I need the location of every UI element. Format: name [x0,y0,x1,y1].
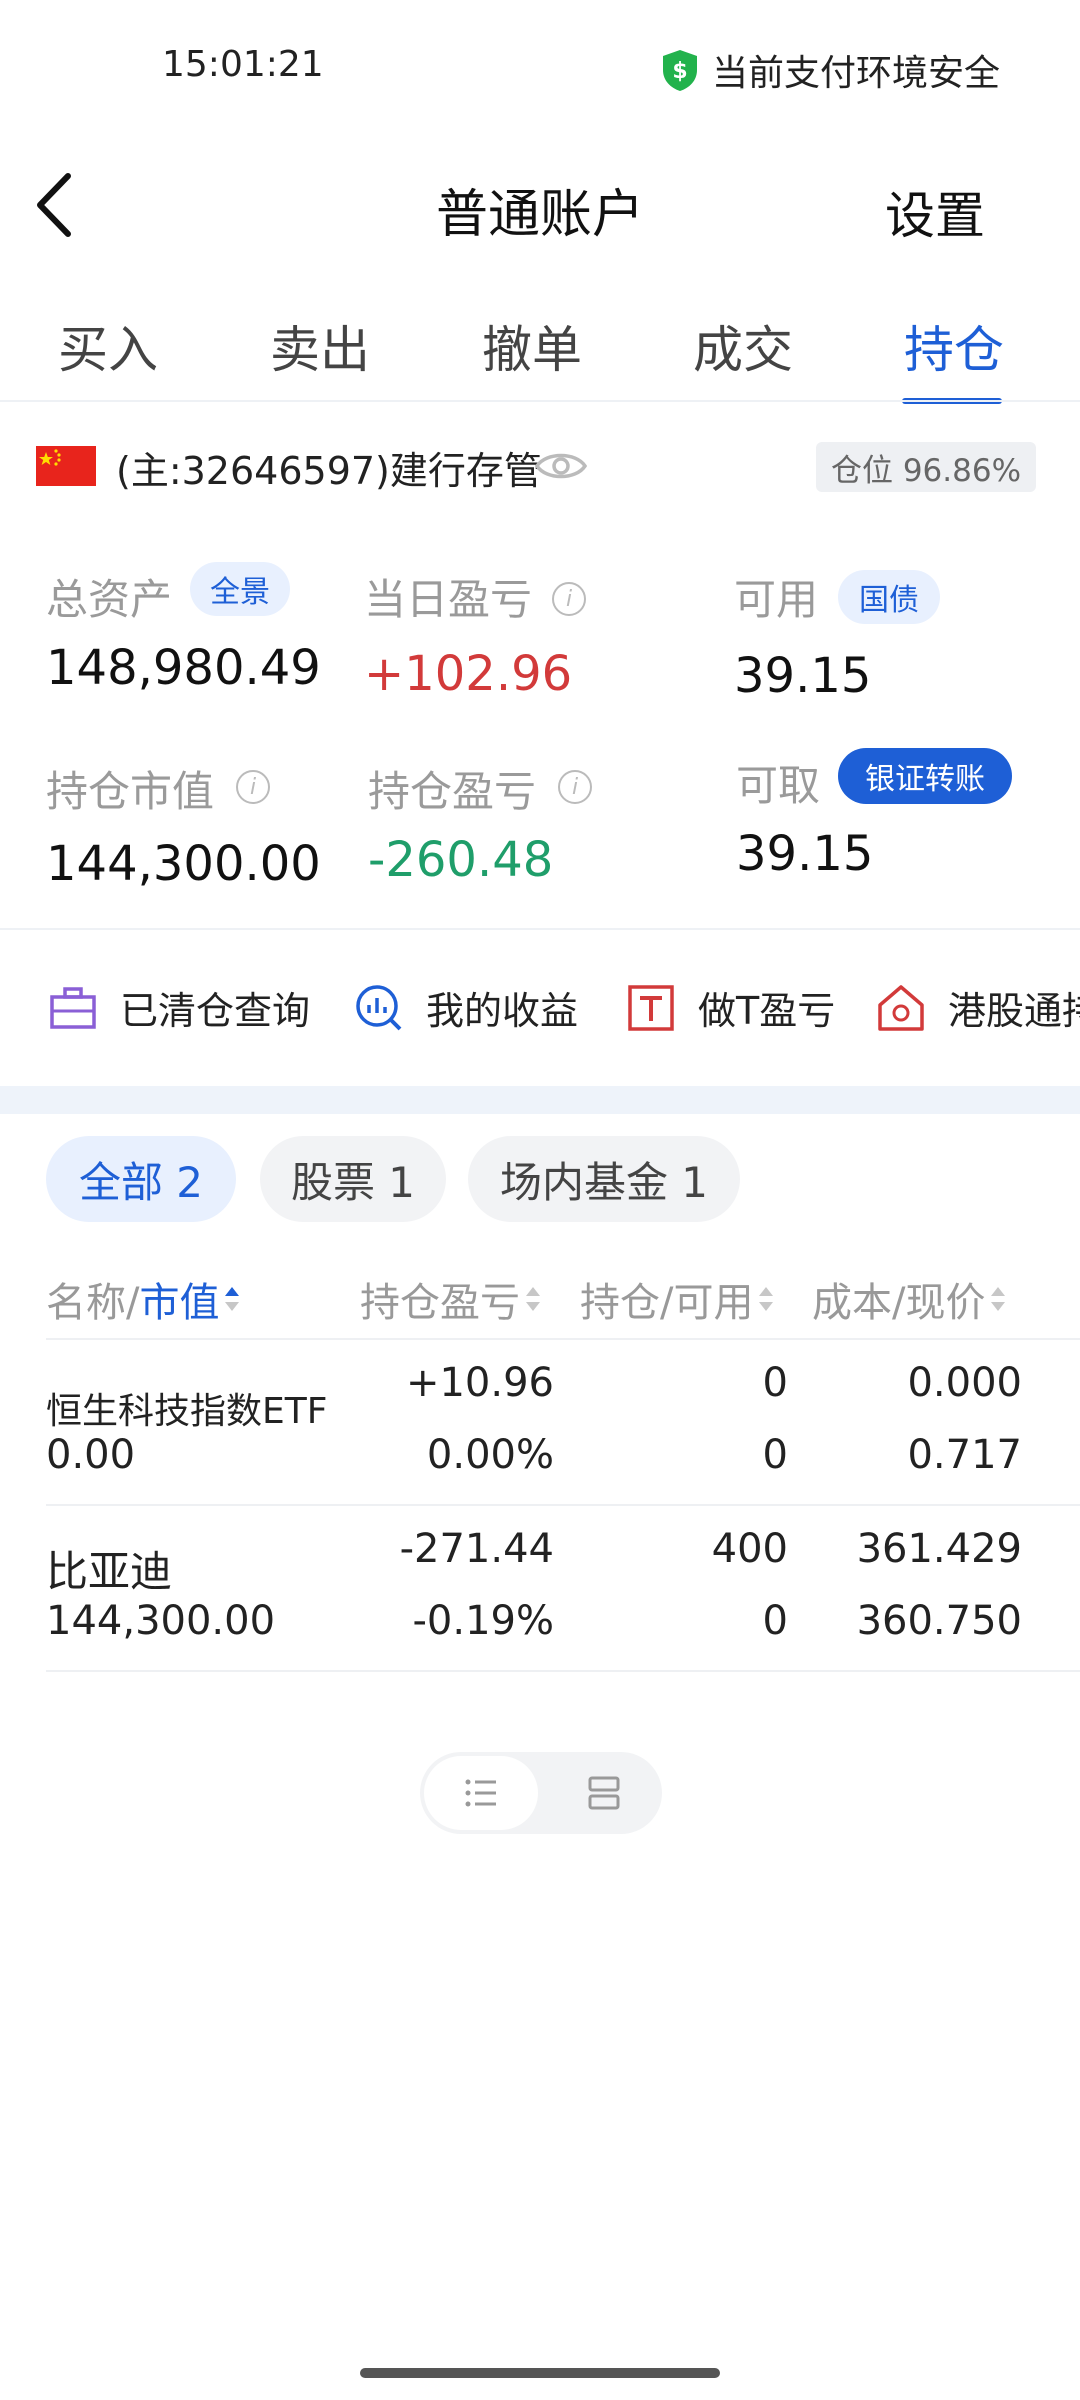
home-indicator[interactable] [360,2368,720,2378]
position-qty: 0 [762,1360,788,1406]
position-pnl-value: -260.48 [368,832,554,888]
shortcut-label: 做T盈亏 [698,989,836,1033]
tab-sell[interactable]: 卖出 [270,310,370,382]
withdrawable-label: 可取 [736,761,821,810]
header-pnl-label: 持仓盈亏 [360,1280,520,1326]
secure-text: 当前支付环境安全 [711,53,1000,94]
header-qty-label: 持仓/可用 [580,1280,754,1326]
current-price: 360.750 [856,1598,1022,1644]
header-cost[interactable]: 成本/现价 [812,1270,1006,1328]
stock-name: 恒生科技指数ETF [46,1391,328,1432]
info-icon[interactable]: i [552,582,586,616]
bank-transfer-button[interactable]: 银证转账 [838,748,1012,804]
market-value: 144,300.00 [46,1598,276,1644]
china-flag-icon [36,446,96,486]
tabs-divider [0,400,1080,402]
cost-price: 0.000 [907,1360,1022,1406]
filter-all[interactable]: 全部 2 [46,1136,236,1222]
tab-positions[interactable]: 持仓 [904,310,1004,382]
account-id[interactable]: (主:32646597)建行存管 [116,440,542,495]
svg-text:$: $ [672,59,687,84]
section-separator [0,1086,1080,1114]
header-pnl[interactable]: 持仓盈亏 [360,1270,540,1328]
trade-tabs: 买入 卖出 撤单 成交 持仓 [0,310,1080,410]
hk-connect-shortcut[interactable]: 港股通持 [876,980,1080,1035]
status-time: 15:01:21 [162,44,324,85]
hk-house-icon [876,983,926,1033]
available-qty: 0 [762,1598,788,1644]
available-value: 39.15 [734,648,872,704]
current-price: 0.717 [907,1432,1022,1478]
eye-icon[interactable] [534,446,588,486]
sort-icon [759,1287,774,1311]
position-value-value: 144,300.00 [46,836,321,892]
cleared-positions-shortcut[interactable]: 已清仓查询 [48,980,310,1035]
header-name: 名称/ [46,1280,140,1326]
settings-button[interactable]: 设置 [885,176,985,248]
secure-payment-indicator: $ 当前支付环境安全 [660,44,1000,96]
position-qty: 400 [711,1526,788,1572]
tab-buy[interactable]: 买入 [58,310,158,382]
metrics-divider [0,928,1080,930]
info-icon[interactable]: i [558,770,592,804]
tab-cancel-order[interactable]: 撤单 [482,310,582,382]
withdrawable-value: 39.15 [736,826,874,882]
table-row[interactable]: 恒生科技指数ETF 0.00 +10.96 0.00% 0 0 0.000 0.… [0,1340,1080,1504]
total-assets-label: 总资产 [46,575,173,624]
row-divider [46,1670,1080,1672]
header-name-value[interactable]: 名称/市值 [46,1270,240,1328]
daily-pnl-label: 当日盈亏 [364,575,533,624]
sort-icon [225,1287,240,1311]
tab-deals[interactable]: 成交 [693,310,793,382]
pnl-percent: 0.00% [426,1432,554,1478]
header-cost-label: 成本/现价 [812,1280,986,1326]
header-qty[interactable]: 持仓/可用 [580,1270,774,1328]
filter-exchange-funds[interactable]: 场内基金 1 [468,1136,740,1222]
table-row[interactable]: 比亚迪 144,300.00 -271.44 -0.19% 400 0 361.… [0,1506,1080,1670]
available-label: 可用 [734,575,819,624]
list-icon [465,1779,496,1807]
list-view-button[interactable] [424,1756,538,1830]
shield-dollar-icon: $ [662,50,697,91]
sort-icon [991,1287,1006,1311]
sort-icon [526,1287,540,1311]
total-assets-value: 148,980.49 [46,640,321,696]
t-box-icon [626,983,676,1033]
pnl-percent: -0.19% [412,1598,554,1644]
stock-name: 比亚迪 [46,1547,173,1596]
card-layout-icon [588,1776,620,1810]
filter-stocks[interactable]: 股票 1 [260,1136,446,1222]
cost-price: 361.429 [856,1526,1022,1572]
day-trade-pnl-shortcut[interactable]: 做T盈亏 [626,980,835,1035]
available-qty: 0 [762,1432,788,1478]
position-value-label: 持仓市值 [46,767,215,816]
treasury-bond-tag[interactable]: 国债 [838,570,940,624]
briefcase-icon [48,983,98,1033]
shortcut-label: 已清仓查询 [120,989,311,1033]
market-value: 0.00 [46,1432,136,1478]
position-ratio-badge: 仓位 96.86% [816,442,1036,492]
shortcut-label: 我的收益 [426,989,579,1033]
panorama-tag[interactable]: 全景 [190,562,290,616]
position-pnl: +10.96 [405,1360,554,1406]
shortcut-label: 港股通持 [948,989,1080,1033]
position-pnl-label: 持仓盈亏 [368,767,537,816]
my-earnings-shortcut[interactable]: 我的收益 [354,980,578,1035]
header-market-value: 市值 [139,1280,220,1326]
position-pnl: -271.44 [399,1526,554,1572]
info-icon[interactable]: i [236,770,270,804]
daily-pnl-value: +102.96 [364,646,573,702]
card-view-button[interactable] [560,1756,660,1830]
chart-search-icon [354,983,404,1033]
